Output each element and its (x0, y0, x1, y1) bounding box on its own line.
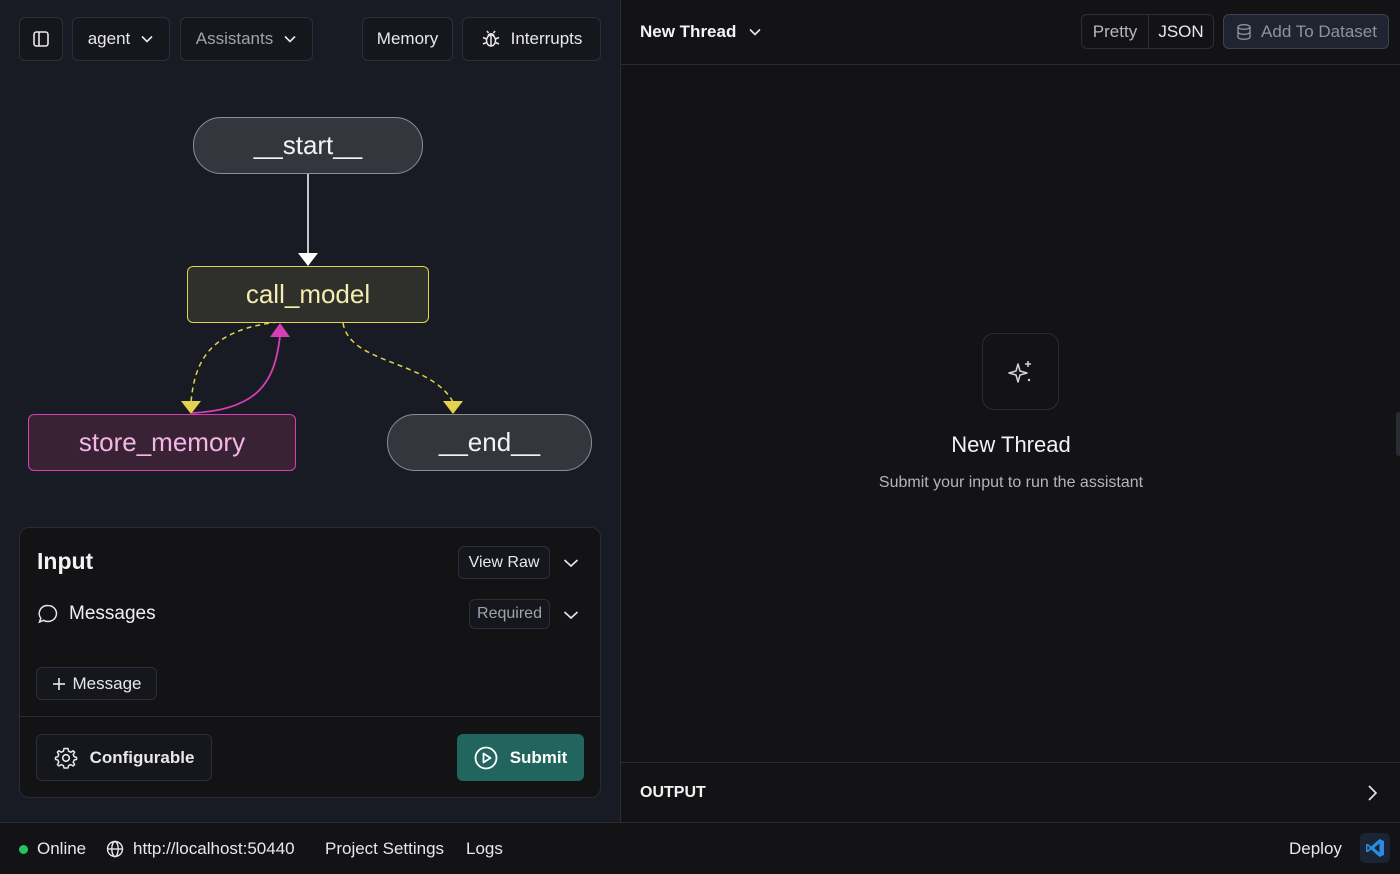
thread-header: New Thread Pretty JSON Add To Dataset (621, 0, 1400, 65)
edge-arrowhead (298, 253, 318, 266)
chevron-down-icon[interactable] (563, 555, 579, 571)
empty-state-subtitle: Submit your input to run the assistant (878, 474, 1144, 491)
edge-arrowhead (443, 401, 463, 414)
connection-status: Online (19, 823, 86, 874)
configurable-label: Configurable (89, 747, 195, 767)
connection-status-label: Online (37, 839, 87, 858)
node-store-memory[interactable]: store_memory (28, 414, 296, 471)
vscode-button[interactable] (1360, 833, 1390, 863)
chevron-right-icon[interactable] (1363, 784, 1381, 802)
configurable-button[interactable]: Configurable (36, 734, 212, 781)
node-start[interactable]: __start__ (193, 117, 423, 174)
submit-button[interactable]: Submit (457, 734, 584, 781)
empty-state-icon-box (982, 333, 1059, 410)
play-circle-icon (474, 746, 498, 769)
chevron-down-icon[interactable] (563, 607, 579, 623)
message-bubble-icon (38, 604, 58, 624)
edge-arrowhead (270, 323, 290, 337)
graph-pane: agent Assistants Memory Interrupts __sta… (0, 0, 620, 822)
server-url-link[interactable]: http://localhost:50440 (106, 823, 295, 874)
thread-selector-label: New Thread (640, 22, 737, 41)
panel-divider (20, 716, 600, 717)
input-title: Input (37, 548, 94, 574)
output-bar[interactable]: OUTPUT (621, 762, 1400, 822)
submit-label: Submit (509, 747, 568, 767)
node-call-model[interactable]: call_model (187, 266, 429, 323)
edge-store-memory-to-call-model (191, 335, 281, 414)
required-badge-label: Required (477, 605, 542, 622)
globe-icon (106, 840, 124, 858)
pretty-view-button[interactable]: Pretty (1082, 15, 1149, 48)
view-mode-toggle: Pretty JSON (1081, 14, 1214, 49)
add-to-dataset-button[interactable]: Add To Dataset (1223, 14, 1389, 49)
chevron-down-icon (749, 28, 761, 36)
json-view-button[interactable]: JSON (1149, 15, 1213, 48)
add-message-label: Message (72, 673, 142, 693)
edge-call-model-to-end (342, 322, 454, 403)
empty-state-title: New Thread (951, 432, 1071, 457)
output-label: OUTPUT (640, 784, 706, 801)
logs-link[interactable]: Logs (466, 823, 503, 874)
thread-selector[interactable]: New Thread (640, 0, 762, 64)
edge-call-model-to-store-memory (190, 321, 279, 403)
required-badge: Required (469, 599, 550, 629)
thread-pane: New Thread Pretty JSON Add To Dataset Ne… (620, 0, 1400, 822)
add-to-dataset-label: Add To Dataset (1261, 21, 1377, 41)
status-bar: Online http://localhost:50440 Project Se… (0, 822, 1400, 874)
node-end[interactable]: __end__ (387, 414, 592, 471)
project-settings-link[interactable]: Project Settings (325, 823, 444, 874)
messages-label: Messages (69, 603, 156, 624)
resize-handle[interactable] (1396, 412, 1400, 456)
add-message-button[interactable]: Message (36, 667, 157, 700)
view-raw-button[interactable]: View Raw (458, 546, 550, 579)
gear-icon (54, 747, 77, 769)
plus-icon (52, 677, 65, 690)
graph-canvas[interactable]: __start__ call_model store_memory __end_… (0, 0, 620, 520)
view-raw-label: View Raw (468, 553, 540, 571)
status-dot-icon (19, 844, 28, 854)
vscode-icon (1366, 839, 1384, 857)
sparkles-icon (1007, 360, 1031, 383)
database-icon (1237, 23, 1251, 40)
deploy-link[interactable]: Deploy (1289, 823, 1342, 874)
input-panel: Input View Raw Messages Required Message (19, 527, 601, 798)
server-url-label: http://localhost:50440 (133, 839, 295, 858)
